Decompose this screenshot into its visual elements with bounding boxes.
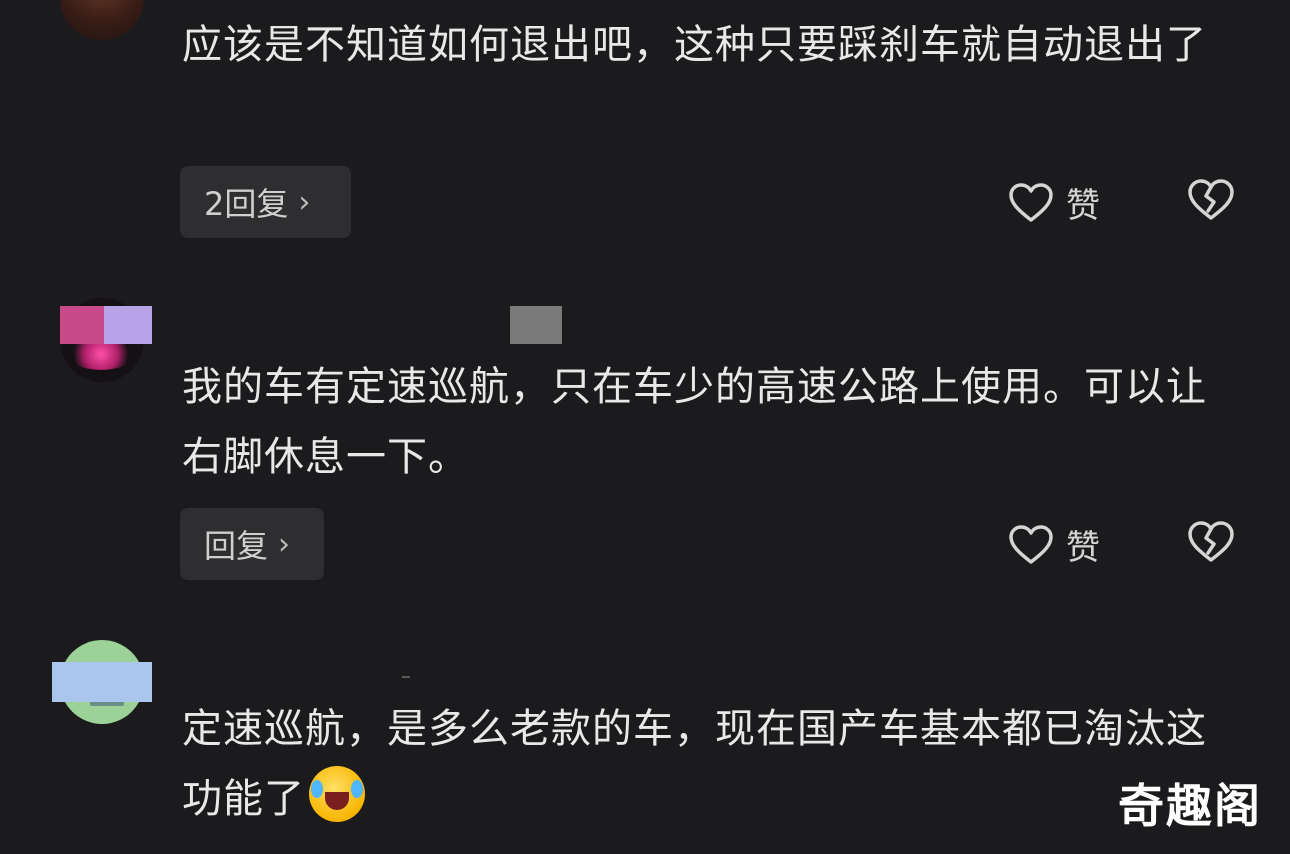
redaction-block (60, 306, 104, 344)
comment-text: 应该是不知道如何退出吧，这种只要踩刹车就自动退出了 (182, 22, 1207, 68)
reply-button[interactable]: 2回复 › (180, 166, 351, 238)
reply-label: 回复 (204, 527, 269, 565)
redaction-block (104, 306, 152, 344)
heart-outline-icon (1009, 524, 1053, 564)
broken-heart-icon (1188, 179, 1234, 220)
reply-button[interactable]: 回复 › (180, 508, 324, 580)
chevron-right-icon: › (278, 526, 291, 562)
like-button[interactable]: 赞 (1008, 178, 1100, 227)
dislike-button[interactable] (1186, 520, 1236, 568)
broken-heart-icon (1188, 521, 1234, 562)
redaction-block (402, 676, 410, 678)
comment-text: 我的车有定速巡航，只在车少的高速公路上使用。可以让右脚休息一下。 (182, 364, 1207, 480)
comment-text: 定速巡航，是多么老款的车，现在国产车基本都已淘汰这功能了 (182, 694, 1242, 834)
avatar[interactable] (60, 0, 144, 40)
redaction-block (52, 662, 152, 702)
heart-outline-icon (1009, 182, 1053, 222)
like-label: 赞 (1066, 186, 1100, 226)
reply-label: 2回复 (204, 185, 289, 223)
watermark: 奇趣阁 (1118, 779, 1262, 833)
like-button[interactable]: 赞 (1008, 520, 1100, 569)
laughing-crying-emoji-icon (309, 766, 365, 822)
dislike-button[interactable] (1186, 178, 1236, 226)
chevron-right-icon: › (298, 184, 311, 220)
comment-list: 应该是不知道如何退出吧，这种只要踩刹车就自动退出了 2回复 › 赞 我的车有定速… (0, 0, 1290, 854)
like-label: 赞 (1066, 528, 1100, 568)
redaction-block (510, 306, 562, 344)
